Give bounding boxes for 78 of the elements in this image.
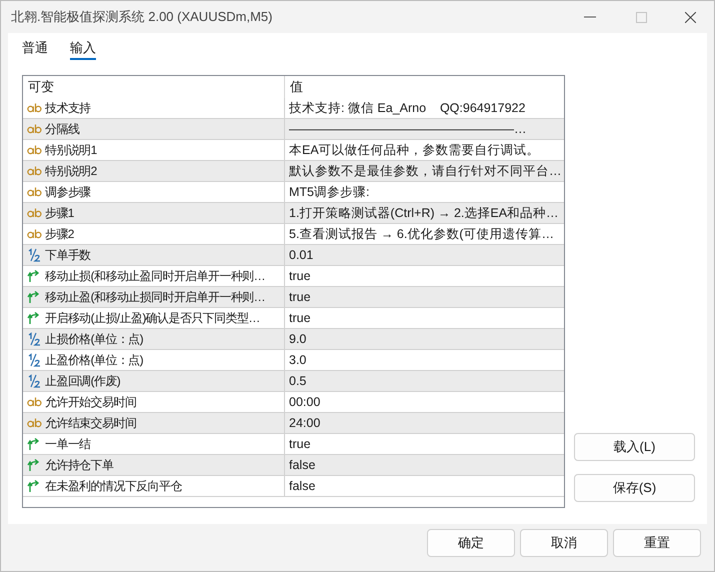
arrow-type-icon <box>27 269 41 283</box>
parameter-name: 分隔线 <box>45 121 80 138</box>
parameter-name: 允许持仓下单 <box>45 457 114 474</box>
parameter-name-cell[interactable]: 移动止盈(和移动止损同时开启单开一种则… <box>23 287 285 307</box>
parameter-name-cell[interactable]: 特别说明2 <box>23 161 285 181</box>
parameter-name-cell[interactable]: 一单一结 <box>23 434 285 454</box>
arrow-type-icon <box>27 458 41 472</box>
dialog-button[interactable]: 取消 <box>520 529 608 557</box>
parameter-name-cell[interactable]: 分隔线 <box>23 119 285 139</box>
parameter-name: 止盈价格(单位：点) <box>45 352 143 369</box>
close-icon[interactable] <box>685 12 696 22</box>
arrow-type-icon <box>27 479 41 493</box>
parameter-name: 特别说明2 <box>45 163 97 180</box>
parameter-name-cell[interactable]: 技术支持 <box>23 98 285 118</box>
parameter-name-cell[interactable]: 特别说明1 <box>23 140 285 160</box>
parameter-name-cell[interactable]: 移动止损(和移动止盈同时开启单开一种则… <box>23 266 285 286</box>
tab[interactable]: 输入 <box>70 38 96 60</box>
parameter-name: 特别说明1 <box>45 142 97 159</box>
parameter-value-cell[interactable]: 9.0 <box>285 329 564 349</box>
parameter-name: 在未盈利的情况下反向平仓 <box>45 478 182 495</box>
parameter-name-cell[interactable]: 在未盈利的情况下反向平仓 <box>23 476 285 496</box>
parameter-value-cell[interactable]: 3.0 <box>285 350 564 370</box>
fraction-type-icon <box>27 248 41 262</box>
parameter-value-cell[interactable]: 24:00 <box>285 413 564 433</box>
window-title: 北翱.智能极值探测系统 2.00 (XAUUSDm,M5) <box>10 8 274 26</box>
fraction-type-icon <box>27 353 41 367</box>
parameter-name: 止盈回调(作废) <box>45 373 120 390</box>
parameter-name: 允许开始交易时间 <box>45 394 136 411</box>
parameter-value-cell[interactable]: true <box>285 287 564 307</box>
parameter-name: 止损价格(单位：点) <box>45 331 143 348</box>
parameter-name: 步骤1 <box>45 205 74 222</box>
parameter-name: 允许结束交易时间 <box>45 415 136 432</box>
tab[interactable]: 普通 <box>22 38 48 60</box>
parameter-name-cell[interactable]: 止损价格(单位：点) <box>23 329 285 349</box>
parameter-name: 下单手数 <box>45 247 91 264</box>
fraction-type-icon <box>27 332 41 346</box>
dialog-button[interactable]: 重置 <box>613 529 701 557</box>
parameter-value-cell[interactable]: 00:00 <box>285 392 564 412</box>
column-header: 值 <box>289 78 304 96</box>
parameter-name-cell[interactable]: 止盈回调(作废) <box>23 371 285 391</box>
parameter-name: 步骤2 <box>45 226 74 243</box>
parameter-name-cell[interactable]: 开启移动(止损/止盈)确认是否只下同类型… <box>23 308 285 328</box>
parameter-value-cell[interactable]: 技术支持: 微信 Ea_Arno QQ:964917922 <box>285 98 564 118</box>
parameter-name: 移动止损(和移动止盈同时开启单开一种则… <box>45 268 265 285</box>
parameter-name: 一单一结 <box>45 436 91 453</box>
parameter-value-cell[interactable]: true <box>285 266 564 286</box>
parameter-name-cell[interactable]: 步骤1 <box>23 203 285 223</box>
parameter-name-cell[interactable]: 允许开始交易时间 <box>23 392 285 412</box>
parameter-value-cell[interactable]: false <box>285 476 564 496</box>
arrow-type-icon <box>27 437 41 451</box>
parameter-name: 移动止盈(和移动止损同时开启单开一种则… <box>45 289 265 306</box>
arrow-type-icon <box>27 290 41 304</box>
parameter-value-cell[interactable]: true <box>285 434 564 454</box>
side-button[interactable]: 载入(L) <box>574 433 695 461</box>
parameter-name-cell[interactable]: 允许结束交易时间 <box>23 413 285 433</box>
dialog-button[interactable]: 确定 <box>427 529 515 557</box>
parameter-value-cell[interactable]: 默认参数不是最佳参数，请自行针对不同平台… <box>285 161 564 181</box>
minimize-icon[interactable] <box>584 16 596 18</box>
parameter-value-cell[interactable]: true <box>285 308 564 328</box>
side-button[interactable]: 保存(S) <box>574 474 695 502</box>
parameter-name-cell[interactable]: 步骤2 <box>23 224 285 244</box>
arrow-type-icon <box>27 311 41 325</box>
parameter-value-cell[interactable]: false <box>285 455 564 475</box>
parameter-name-cell[interactable]: 调参步骤 <box>23 182 285 202</box>
parameter-name: 开启移动(止损/止盈)确认是否只下同类型… <box>45 310 260 327</box>
parameter-value-cell[interactable]: 5.查看测试报告 → 6.优化参数(可使用遗传算… <box>285 224 564 244</box>
parameter-value-cell[interactable]: 0.5 <box>285 371 564 391</box>
parameter-name-cell[interactable]: 下单手数 <box>23 245 285 265</box>
parameter-value-cell[interactable]: 1.打开策略测试器(Ctrl+R) → 2.选择EA和品种… <box>285 203 564 223</box>
parameter-name-cell[interactable]: 止盈价格(单位：点) <box>23 350 285 370</box>
parameter-name: 调参步骤 <box>45 184 91 201</box>
parameter-value-cell[interactable]: 0.01 <box>285 245 564 265</box>
parameter-name: 技术支持 <box>45 100 91 117</box>
parameter-name-cell[interactable]: 允许持仓下单 <box>23 455 285 475</box>
parameter-value-cell[interactable]: MT5调参步骤: <box>285 182 564 202</box>
parameter-value-cell[interactable]: ——————————————————… <box>285 119 564 139</box>
fraction-type-icon <box>27 374 41 388</box>
parameter-value-cell[interactable]: 本EA可以做任何品种，参数需要自行调试。 <box>285 140 564 160</box>
